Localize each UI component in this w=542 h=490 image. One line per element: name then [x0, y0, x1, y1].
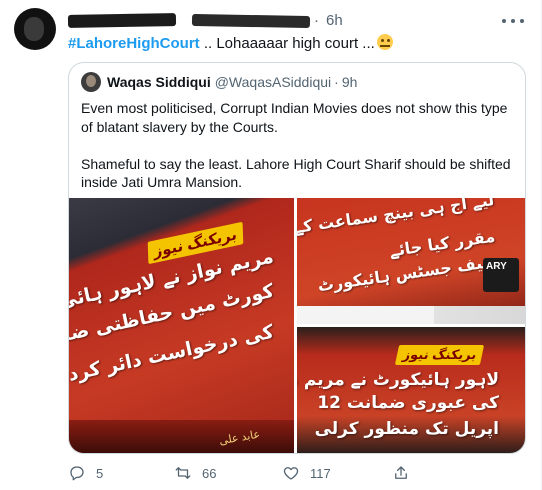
quoted-tweet-header: Waqas Siddiqui @WaqasASiddiqui · 9h [81, 72, 360, 92]
quoted-tweet[interactable]: Waqas Siddiqui @WaqasASiddiqui · 9h Even… [68, 62, 526, 454]
retweet-button[interactable]: 66 [174, 464, 216, 482]
urdu-headline-line: لاہور ہائیکورٹ نے مریم نواز [297, 370, 499, 390]
reply-icon [70, 466, 84, 481]
news-screenshot-image-2[interactable]: لیے آج ہی بینچ سماعت کے مقرر کیا جائے چی… [297, 198, 525, 324]
quoted-separator: · [334, 74, 339, 90]
tweet-header: · 6h [67, 12, 528, 30]
news-screenshot-image-1[interactable]: بریکنگ نیوز مریم نواز نے لاہور ہائی کورٹ… [69, 198, 294, 453]
tweet-container[interactable]: · 6h #LahoreHighCourt .. Lohaaaaar high … [0, 0, 542, 490]
retweet-count: 66 [202, 465, 217, 481]
thinking-face-emoji-icon [376, 34, 393, 50]
redacted-author-name[interactable] [67, 13, 177, 28]
like-button[interactable]: 117 [282, 464, 331, 482]
tweet-body: .. Lohaaaaar high court ... [199, 35, 375, 52]
breaking-news-banner: بریکنگ نیوز [394, 345, 485, 365]
urdu-headline-line: اپریل تک منظور کرلی [314, 419, 499, 439]
retweet-icon [175, 467, 191, 479]
reply-count: 5 [96, 465, 104, 481]
redacted-author-handle[interactable] [191, 13, 311, 29]
heart-icon [283, 467, 299, 480]
quoted-author-handle: @WaqasASiddiqui [214, 74, 332, 90]
share-icon [395, 466, 407, 479]
hashtag-link[interactable]: #LahoreHighCourt [68, 35, 200, 52]
quoted-author-avatar [81, 72, 101, 92]
tweet-timestamp[interactable]: 6h [326, 12, 343, 29]
quoted-timestamp: 9h [341, 74, 358, 90]
quoted-paragraph-1: Even most politicised, Corrupt Indian Mo… [81, 100, 508, 135]
ticker-strip [297, 306, 525, 324]
urdu-headline-line: کی عبوری ضمانت 12 [317, 393, 499, 413]
like-count: 117 [310, 465, 331, 481]
tweet-text: #LahoreHighCourt .. Lohaaaaar high court… [68, 34, 393, 52]
reply-button[interactable]: 5 [68, 464, 103, 482]
news-screenshot-image-3[interactable]: بریکنگ نیوز لاہور ہائیکورٹ نے مریم نواز … [297, 327, 525, 453]
quoted-author-name: Waqas Siddiqui [107, 74, 211, 90]
share-button[interactable] [392, 464, 420, 482]
quoted-tweet-text: Even most politicised, Corrupt Indian Mo… [81, 99, 517, 210]
urdu-headline-line: چیف جسٹس ہائیکورٹ [316, 251, 496, 296]
quoted-paragraph-2: Shameful to say the least. Lahore High C… [81, 155, 511, 191]
header-separator: · [314, 12, 319, 29]
author-avatar[interactable] [14, 8, 56, 50]
more-options-icon[interactable] [502, 12, 524, 30]
media-grid: بریکنگ نیوز مریم نواز نے لاہور ہائی کورٹ… [69, 198, 525, 453]
channel-logo: ARY [483, 258, 519, 292]
tweet-actions: 5 66 117 [68, 464, 528, 484]
